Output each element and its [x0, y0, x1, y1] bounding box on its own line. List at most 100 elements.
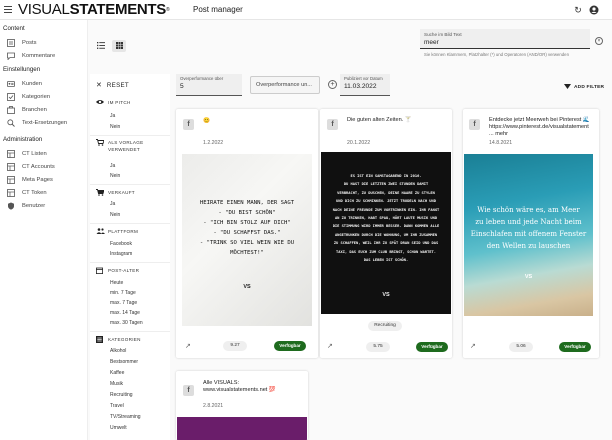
sidebar: Content Posts Kommentare Einstellungen K…	[0, 20, 88, 440]
comments-icon	[7, 52, 15, 60]
logo-light-text: VISUAL	[18, 1, 70, 18]
available-button[interactable]: Verfügbar	[274, 341, 306, 351]
filter-group-plattform: PLATTFORM	[96, 228, 138, 236]
section-title-content: Content	[3, 25, 25, 32]
performance-score-badge: 5.06	[509, 342, 533, 352]
filter-option[interactable]: Umwelt	[110, 425, 127, 431]
filter-option[interactable]: Facebook	[110, 241, 132, 247]
sidebar-item-text-ersetzungen[interactable]: Text-Ersetzungen	[7, 118, 67, 128]
post-card: f Die guten alten Zeiten. 🍸 20.1.2022 ES…	[320, 109, 452, 358]
categories-icon	[7, 93, 15, 101]
post-image[interactable]: Wie schön wäre es, am Meer zu leben und …	[464, 154, 593, 316]
filter-option[interactable]: Bestsommer	[110, 359, 138, 365]
refresh-icon[interactable]: ↻	[573, 5, 583, 15]
filter-option[interactable]: Nein	[110, 124, 120, 130]
facebook-icon: f	[327, 119, 338, 130]
facebook-icon: f	[183, 119, 194, 130]
sidebar-item-label: Text-Ersetzungen	[22, 120, 68, 126]
filter-group-kategorien: KATEGORIEN	[96, 336, 141, 345]
filter-group-label: ALS VORLAGE VERWENDET	[108, 140, 144, 152]
section-title-settings: Einstellungen	[3, 66, 41, 73]
available-button[interactable]: Verfügbar	[416, 342, 448, 352]
sidebar-item-label: Kategorien	[22, 94, 51, 100]
people-icon	[96, 228, 105, 236]
post-card: f Entdecke jetzt Meerweh bei Pinterest 🌊…	[463, 109, 599, 358]
sidebar-item-label: Kommentare	[22, 53, 56, 59]
filter-option[interactable]: Alkohol	[110, 348, 126, 354]
filter-option[interactable]: min. 7 Tage	[110, 290, 136, 296]
sidebar-item-kommentare[interactable]: Kommentare	[7, 51, 55, 61]
category-chip: Recruiting	[368, 321, 402, 331]
quote-line: ANGETRUNKEN DURCH DIE WOHNUNG, UM IHR ZU…	[334, 232, 438, 237]
filter-option[interactable]: Ja	[110, 113, 115, 119]
add-filter-label: ADD FILTER	[574, 85, 605, 90]
grid-view-icon	[115, 41, 123, 51]
filter-option[interactable]: Kaffee	[110, 370, 124, 376]
filter-option[interactable]: max. 7 Tage	[110, 300, 137, 306]
list-view-button[interactable]	[94, 40, 108, 52]
quote-line: - "DU BIST SCHÖN"	[218, 210, 276, 216]
filter-option[interactable]: Heute	[110, 280, 123, 286]
image-quote: ES IST EIN SAMSTAGABEND IN 2016. DU HAST…	[321, 172, 451, 264]
add-circle-icon[interactable]: +	[328, 80, 337, 89]
add-filter-button[interactable]: ADD FILTER	[564, 84, 604, 91]
filter-panel: ✕ RESET IM PITCH Ja Nein ALS VORLAGE VER…	[90, 74, 170, 440]
open-external-icon[interactable]: ↗	[327, 342, 333, 350]
filter-option[interactable]: TV/Streaming	[110, 414, 141, 420]
filter-option[interactable]: Ja	[110, 163, 115, 169]
date-filter-value: 11.03.2022	[344, 83, 377, 90]
quote-line: den Wellen zu lauschen	[486, 242, 571, 250]
sidebar-item-ct-accounts[interactable]: CT Accounts	[7, 162, 55, 172]
logo-registered-mark: ®	[166, 7, 170, 13]
filter-option[interactable]: max. 30 Tagen	[110, 320, 143, 326]
quote-line: HEIRATE EINEN MANN, DER SAGT	[199, 200, 295, 206]
filter-group-post-alter: POST-ALTER	[96, 267, 139, 276]
text-replace-icon	[7, 119, 15, 127]
sidebar-item-kategorien[interactable]: Kategorien	[7, 92, 50, 102]
open-external-icon[interactable]: ↗	[470, 342, 476, 350]
quote-line: Wie schön wäre es, am Meer	[477, 206, 580, 214]
sidebar-item-ct-listen[interactable]: CT Listen	[7, 149, 47, 159]
reset-button[interactable]: ✕ RESET	[96, 81, 129, 90]
date-filter-field[interactable]: Publiziert vor Datum 11.03.2022	[340, 74, 390, 96]
filter-divider	[90, 331, 170, 332]
filter-option[interactable]: Nein	[110, 173, 120, 179]
filter-group-label: PLATTFORM	[108, 229, 139, 234]
sidebar-item-benutzer[interactable]: Benutzer	[7, 201, 45, 211]
sidebar-item-label: Meta Pages	[22, 177, 53, 183]
cart-icon	[96, 139, 105, 148]
quote-line: - "ICH BIN STOLZ AUF DICH"	[203, 220, 291, 226]
performance-filter-field[interactable]: Overperformance über 5	[176, 74, 242, 96]
post-text: Alle VISUALS: www.visualstatements.net 💯	[203, 380, 276, 393]
performance-mode-select[interactable]: Overperformance un...	[250, 76, 320, 94]
calendar-icon	[96, 267, 104, 276]
available-button[interactable]: Verfügbar	[559, 342, 591, 352]
filter-option[interactable]: Musik	[110, 381, 123, 387]
brand-signet: VS	[382, 292, 390, 298]
search-input[interactable]	[424, 39, 574, 46]
quote-line: DIE STIMMUNG WIRD IMMER BESSER. DANN KOM…	[332, 224, 440, 229]
hamburger-menu-icon[interactable]	[4, 6, 12, 13]
sidebar-item-kunden[interactable]: Kunden	[7, 79, 42, 89]
grid-view-button[interactable]	[112, 40, 126, 52]
filter-option[interactable]: Instagram	[110, 251, 132, 257]
filter-option[interactable]: Ja	[110, 201, 115, 207]
sidebar-item-posts[interactable]: Posts	[7, 38, 37, 48]
post-image[interactable]: ES IST EIN SAMSTAGABEND IN 2016. DU HAST…	[321, 152, 451, 314]
post-image[interactable]	[177, 417, 307, 440]
account-icon[interactable]	[589, 5, 599, 15]
sidebar-item-meta-pages[interactable]: Meta Pages	[7, 175, 53, 185]
filter-option[interactable]: Travel	[110, 403, 124, 409]
sidebar-item-branchen[interactable]: Branchen	[7, 105, 47, 115]
filter-option[interactable]: max. 14 Tage	[110, 310, 140, 316]
filter-option[interactable]: Recruiting	[110, 392, 133, 398]
search-field[interactable]: Suche im Bild Text	[420, 29, 590, 49]
filter-option[interactable]: Nein	[110, 212, 120, 218]
filter-icon	[564, 84, 571, 91]
open-external-icon[interactable]: ↗	[185, 342, 191, 350]
sidebar-item-ct-token[interactable]: CT Token	[7, 188, 47, 198]
clear-search-icon[interactable]: ×	[595, 37, 603, 45]
page-title: Post manager	[193, 5, 243, 14]
quote-line: ZU SCHAFFEN, WEIL IHR ZU SPÄT DRAN SEID …	[333, 241, 439, 246]
post-image[interactable]: HEIRATE EINEN MANN, DER SAGT - "DU BIST …	[182, 154, 312, 326]
